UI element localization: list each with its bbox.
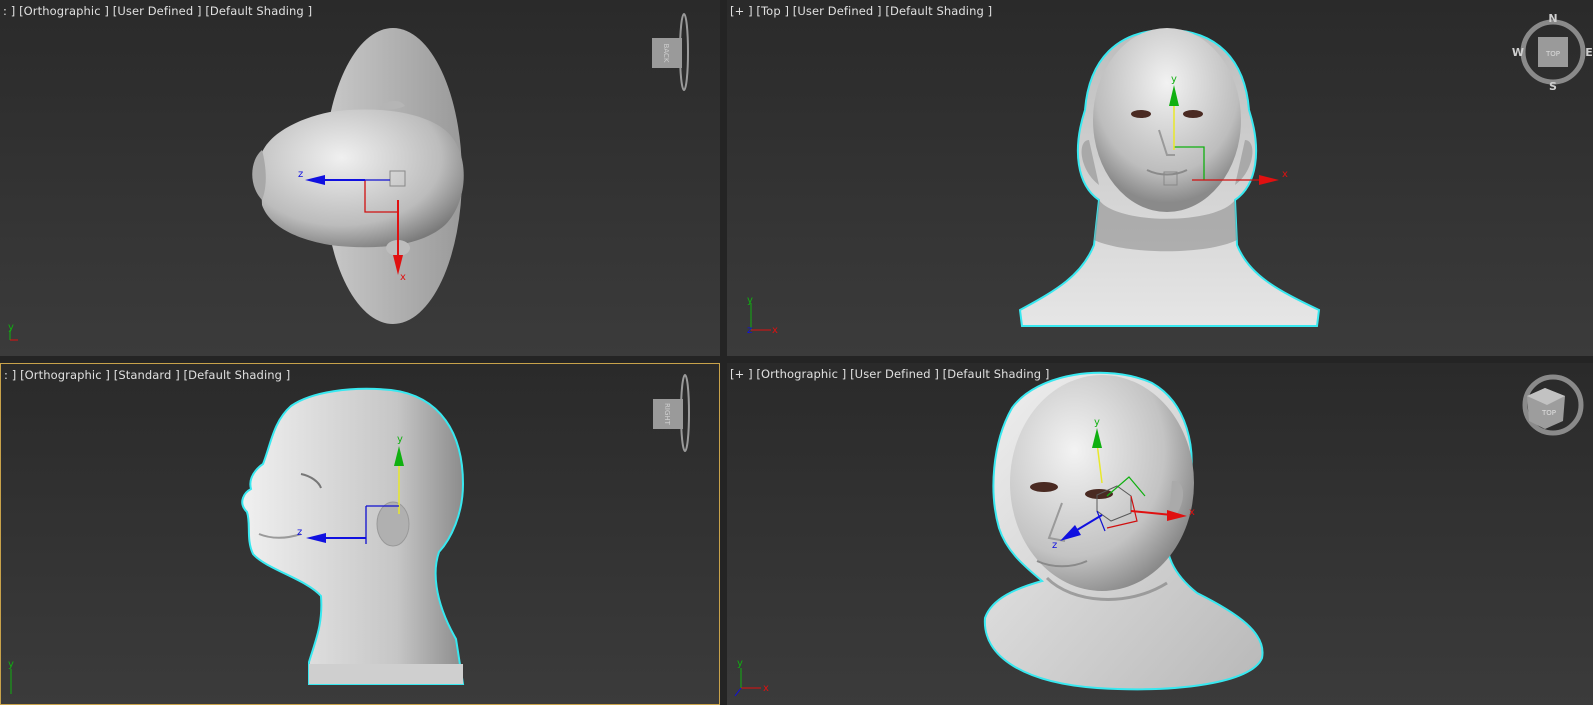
viewport-splitter-horizontal[interactable] <box>0 356 1593 363</box>
world-axis-tripod-icon: y x z <box>747 295 778 336</box>
compass-west-label: W <box>1512 46 1524 59</box>
viewport-label-bottom-right[interactable]: [+ ] [Orthographic ] [User Defined ] [De… <box>730 367 1050 381</box>
view-cube-icon[interactable]: BACK <box>652 13 689 91</box>
viewport-top-left[interactable]: z x y BACK : ] [Orthographic ] [User Def… <box>0 0 720 356</box>
tripod-y-label: y <box>8 322 14 333</box>
head-model-front-view[interactable] <box>1018 28 1321 327</box>
viewport-splitter-vertical[interactable] <box>720 0 727 705</box>
viewport-top-right[interactable]: y x y x z TOP N S W E [+ ] [Top ] [User … <box>727 0 1593 356</box>
world-axis-tripod-icon: y <box>8 659 14 694</box>
viewport-bottom-right-canvas: y x z y x TOP <box>734 371 1584 697</box>
tripod-y-label: y <box>737 658 743 669</box>
gizmo-z-label: z <box>298 169 303 180</box>
tripod-z-label: z <box>747 325 752 336</box>
world-axis-tripod-icon: y <box>8 322 18 341</box>
view-cube-face-label: RIGHT <box>663 403 671 426</box>
compass-south-label: S <box>1549 80 1557 93</box>
head-model-side-view[interactable] <box>241 387 465 685</box>
gizmo-x-label: x <box>1189 507 1195 518</box>
tripod-y-label: y <box>747 295 753 306</box>
viewport-bottom-left-canvas: y z y RIGHT <box>8 374 690 694</box>
viewport-bottom-right[interactable]: y x z y x TOP [+ ] [Orthographic ] [User… <box>727 363 1593 705</box>
gizmo-y-label: y <box>397 434 403 445</box>
viewport-top-left-canvas: z x y BACK <box>8 13 689 341</box>
gizmo-x-label: x <box>400 272 406 283</box>
view-cube-face-label: TOP <box>1541 409 1556 417</box>
head-model-back-view[interactable] <box>252 28 464 324</box>
world-axis-tripod-icon: y x <box>734 658 769 697</box>
tripod-y-label: y <box>8 659 14 670</box>
tripod-x-label: x <box>772 325 778 336</box>
compass-ring-icon[interactable]: TOP N S W E <box>1512 12 1593 93</box>
viewport-bottom-left[interactable]: y z y RIGHT : ] [Orthographic ] [Standar… <box>0 363 720 705</box>
view-cube-icon[interactable]: RIGHT <box>653 374 690 452</box>
gizmo-y-label: y <box>1094 417 1100 428</box>
gizmo-z-label: z <box>297 527 302 538</box>
viewport-top-right-canvas: y x y x z TOP N S W E <box>747 12 1593 336</box>
head-model-perspective-view[interactable] <box>983 371 1264 691</box>
compass-east-label: E <box>1585 46 1593 59</box>
gizmo-x-label: x <box>1282 169 1288 180</box>
gizmo-y-label: y <box>1171 74 1177 85</box>
view-cube-icon[interactable]: TOP <box>1522 374 1584 436</box>
viewport-label-top-right[interactable]: [+ ] [Top ] [User Defined ] [Default Sha… <box>730 4 992 18</box>
view-cube-face-label: BACK <box>662 44 670 63</box>
tripod-x-label: x <box>763 683 769 694</box>
viewport-label-bottom-left[interactable]: : ] [Orthographic ] [Standard ] [Default… <box>4 368 290 382</box>
compass-north-label: N <box>1548 12 1557 25</box>
view-cube-face-label: TOP <box>1545 50 1560 58</box>
viewport-label-top-left[interactable]: : ] [Orthographic ] [User Defined ] [Def… <box>3 4 312 18</box>
gizmo-z-label: z <box>1052 540 1057 551</box>
